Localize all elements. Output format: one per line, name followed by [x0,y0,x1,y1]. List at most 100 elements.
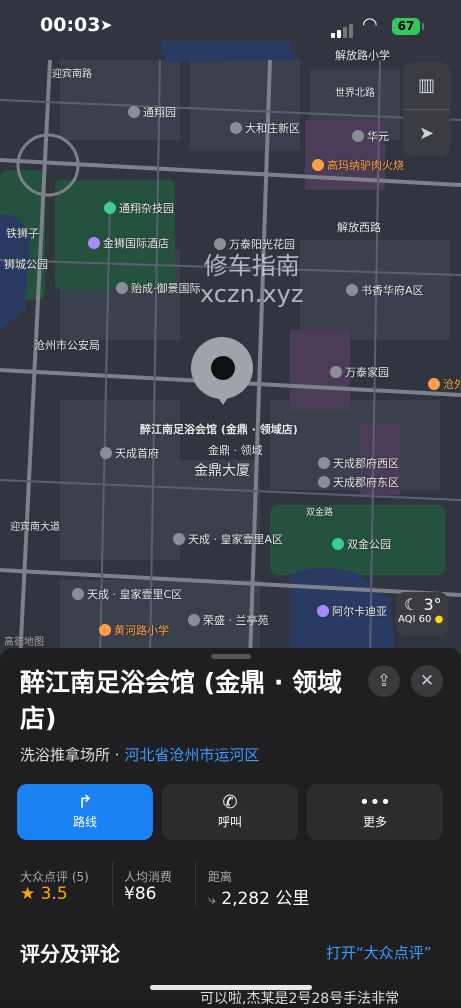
map-label: 天成 · 皇家壹里A区 [173,531,283,547]
sheet-grabber[interactable] [211,654,251,659]
watermark: 修车指南 xczn.xyz [200,252,304,308]
reviews-section-title: 评分及评论 [20,942,120,966]
poi-icon [128,106,140,118]
map-label: 沧外 [428,376,461,392]
map-label: 天成郡府东区 [318,474,399,490]
poi-icon [346,284,358,296]
map-label: 通翔园 [128,104,176,120]
park-icon [332,538,344,550]
map-label: 荣盛 · 兰亭苑 [188,612,269,628]
divider [112,862,113,906]
location-services-icon: ➤ [100,16,113,34]
school-icon [99,624,111,636]
battery-icon: 67 [392,18,420,35]
map-mode-button[interactable]: ▥ [403,62,450,110]
poi-icon [116,282,128,294]
price-value: ¥86 [124,884,157,904]
phone-icon: ✆ [222,792,238,813]
poi-icon [352,130,364,142]
map-view[interactable]: 解放路小学 迎宾南路 通翔园 大和庄新区 华元 世界北路 高玛纳驴肉火烧 通翔杂… [0,0,461,660]
school-icon [428,378,440,390]
poi-icon [100,447,112,459]
map-label: 金鼎 · 领域 [208,444,263,457]
more-icon: ••• [359,792,391,813]
map-label: 铁狮子 [6,227,39,240]
map-label: 世界北路 [335,88,375,99]
aqi-label: AQI 60 [398,614,432,625]
map-label: 书香华府A区 [346,282,424,298]
cellular-signal-icon [331,19,355,38]
poi-icon [173,533,185,545]
map-label: 天成郡府西区 [318,455,399,471]
pin-icon [211,356,235,380]
clock: 00:03 [40,14,101,36]
divider [195,862,196,906]
close-button[interactable]: ✕ [411,665,443,697]
map-label: 解放西路 [337,221,381,234]
map-label: 高玛纳驴肉火烧 [312,157,404,173]
home-indicator[interactable] [150,985,312,990]
map-label: 迎宾南大道 [10,522,60,533]
map-label: 阿尔卡迪亚 [317,603,387,619]
restaurant-icon [312,159,324,171]
map-label: 沧州市公安局 [34,339,100,352]
map-label: 通翔杂技园 [104,200,174,216]
map-icon: ▥ [417,75,435,96]
place-subtitle: 洗浴推拿场所 · 河北省沧州市运河区 [20,746,260,764]
pin-tail [215,393,231,405]
hotel-icon [317,605,329,617]
distance-header: 距离 [208,870,233,884]
wifi-icon: ◠ [362,14,378,35]
rating-value: ★ 3.5 [20,884,68,904]
aqi-dot-icon: ● [434,614,444,625]
poi-icon [318,476,330,488]
map-label: 大和庄新区 [230,120,300,136]
poi-icon [318,457,330,469]
star-icon: ★ [20,884,36,904]
share-icon: ⇪ [376,671,392,691]
map-roads [0,0,461,660]
selected-place-map-label: 醉江南足浴会馆 (金鼎 · 领域店) [140,423,298,436]
open-dianping-link[interactable]: 打开“大众点评” [326,942,432,963]
weather-widget[interactable]: ☾ 3° AQI 60 ● [396,592,448,636]
map-attribution: 高德地图 [4,637,44,648]
more-button[interactable]: ••• 更多 [307,784,443,840]
battery-level: 67 [397,19,415,33]
map-label: 万泰家园 [330,364,389,380]
battery-cap [422,23,424,30]
directions-button[interactable]: ↱ 路线 [17,784,153,840]
route-icon: ⤷ [208,892,216,908]
status-bar: 00:03 ➤ ◠ 67 [0,0,461,52]
call-button[interactable]: ✆ 呼叫 [162,784,298,840]
map-label: 狮城公园 [4,258,48,271]
map-label: 迎宾南路 [52,69,92,80]
map-label: 万泰阳光花园 [214,236,295,252]
hotel-icon [88,237,100,249]
distance-value: ⤷ 2,282 公里 [208,889,310,909]
share-button[interactable]: ⇪ [368,665,400,697]
map-label: 天成首府 [100,445,159,461]
poi-icon [188,614,200,626]
place-category: 洗浴推拿场所 [20,746,111,764]
map-label: 金鼎大厦 [194,463,250,479]
region-link[interactable]: 河北省沧州市运河区 [124,746,259,764]
locate-me-button[interactable]: ➤ [403,110,450,157]
map-label: 双金路 [306,508,334,518]
map-label: 华元 [352,128,389,144]
park-icon [104,202,116,214]
map-label: 贻成·御景国际 [116,280,201,296]
temperature: 3° [423,595,442,614]
moon-icon: ☾ [404,595,419,614]
poi-icon [214,238,226,250]
review-snippet[interactable]: 可以啦,杰某是2号28号手法非常 [200,988,399,1008]
map-label: 天成 · 皇家壹里C区 [72,586,182,602]
map-label: 黄河路小学 [99,622,169,638]
close-icon: ✕ [419,671,435,691]
place-title: 醉江南足浴会馆 (金鼎 · 领域店) [20,668,343,733]
poi-icon [330,366,342,378]
location-arrow-icon: ➤ [418,123,435,144]
map-controls: ▥ ➤ [403,62,450,156]
poi-icon [72,588,84,600]
poi-icon [230,122,242,134]
directions-icon: ↱ [77,792,93,813]
